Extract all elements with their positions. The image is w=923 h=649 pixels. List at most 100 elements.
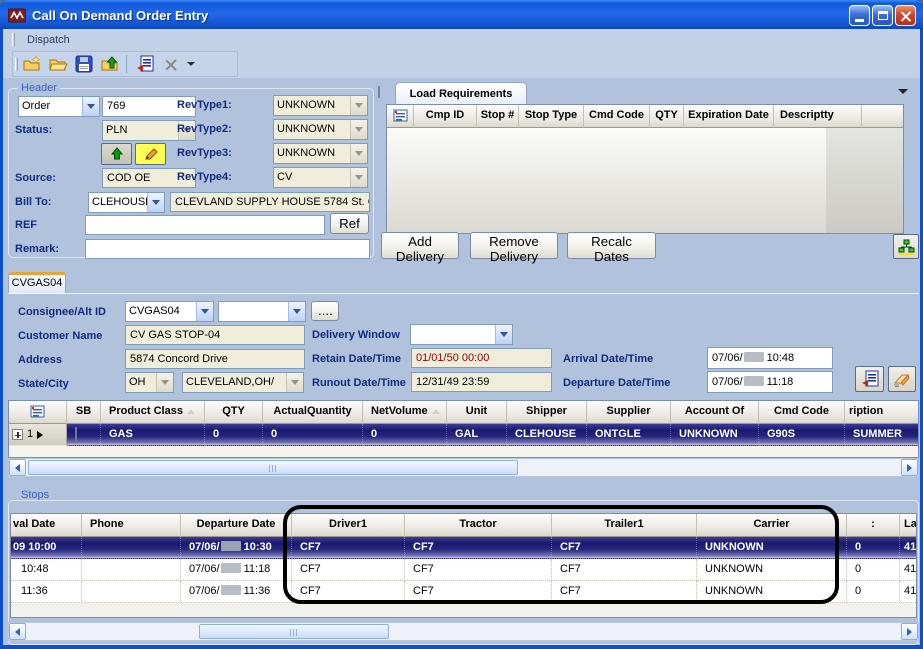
grid-properties-button[interactable]: [9, 401, 67, 424]
column-header-net-volume[interactable]: NetVolume: [363, 401, 447, 424]
driver1-cell[interactable]: CF7: [292, 537, 405, 559]
column-header-trailer1[interactable]: Trailer1: [552, 514, 697, 537]
latitude-cell[interactable]: 41.: [900, 559, 916, 581]
arrival-cell[interactable]: 10:48: [11, 559, 82, 581]
stop-row[interactable]: 09 10:00 07/06/10:30 CF7 CF7 CF7 UNKNOWN…: [11, 537, 916, 559]
add-delivery-button[interactable]: Add Delivery: [381, 232, 459, 259]
supplier-cell[interactable]: ONTGLE: [587, 424, 671, 446]
description-cell[interactable]: SUMMER: [845, 424, 918, 446]
recalc-dates-button[interactable]: Recalc Dates: [567, 232, 656, 259]
departure-cell[interactable]: 07/06/10:30: [181, 537, 292, 559]
title-bar[interactable]: Call On Demand Order Entry: [0, 0, 923, 30]
stop-row[interactable]: 10:48 07/06/11:18 CF7 CF7 CF7 UNKNOWN 0 …: [11, 559, 916, 581]
remark-input[interactable]: [85, 239, 370, 259]
trailer1-cell[interactable]: CF7: [552, 581, 697, 603]
qty-cell[interactable]: 0: [847, 581, 900, 603]
product-class-cell[interactable]: GAS: [101, 424, 205, 446]
stop-report-button[interactable]: [855, 366, 884, 392]
product-grid-hscrollbar[interactable]: [8, 458, 919, 477]
scroll-left-button[interactable]: [9, 459, 26, 476]
column-header-qty[interactable]: :: [847, 514, 900, 537]
column-header-unit[interactable]: Unit: [447, 401, 507, 424]
trailer1-cell[interactable]: CF7: [552, 537, 697, 559]
bill-to-select[interactable]: CLEHOUSE: [88, 192, 165, 213]
open-button[interactable]: [46, 53, 70, 75]
delivery-window-select[interactable]: [410, 324, 513, 345]
phone-release-button[interactable]: [101, 143, 132, 165]
column-header-arrival-date[interactable]: val Date: [11, 514, 82, 537]
close-button[interactable]: [895, 5, 916, 26]
save-button[interactable]: [72, 53, 96, 75]
pane-splitter[interactable]: [378, 86, 380, 98]
column-header-latitude[interactable]: La: [900, 514, 916, 537]
collapse-pane-icon[interactable]: [898, 89, 908, 94]
revtype2-select[interactable]: UNKNOWN: [273, 119, 368, 140]
carrier-cell[interactable]: UNKNOWN: [697, 581, 847, 603]
revtype1-select[interactable]: UNKNOWN: [273, 95, 368, 116]
tractor-cell[interactable]: CF7: [405, 581, 552, 603]
minimize-button[interactable]: [849, 5, 870, 26]
latitude-cell[interactable]: 41.: [900, 537, 916, 559]
alt-id-select[interactable]: [218, 301, 306, 322]
driver1-cell[interactable]: CF7: [292, 559, 405, 581]
column-header-sb[interactable]: SB: [67, 401, 101, 424]
clear-stop-button[interactable]: [888, 366, 916, 392]
column-header-description[interactable]: Descriptty: [774, 105, 862, 128]
load-requirements-grid-body[interactable]: [387, 128, 903, 234]
column-header-qty[interactable]: QTY: [650, 105, 684, 128]
column-header-stop-type[interactable]: Stop Type: [519, 105, 584, 128]
phone-cell[interactable]: [82, 537, 181, 559]
column-header-supplier[interactable]: Supplier: [587, 401, 671, 424]
remove-delivery-button[interactable]: Remove Delivery: [470, 232, 558, 259]
qty-cell[interactable]: 0: [847, 537, 900, 559]
column-header-phone[interactable]: Phone: [82, 514, 181, 537]
city-select[interactable]: CLEVELAND,OH/: [182, 372, 304, 393]
net-volume-cell[interactable]: 0: [363, 424, 447, 446]
column-header-qty[interactable]: QTY: [205, 401, 263, 424]
sb-checkbox[interactable]: [75, 427, 77, 441]
column-header-shipper[interactable]: Shipper: [507, 401, 587, 424]
toolbar-grip[interactable]: [15, 58, 18, 71]
stops-hscrollbar[interactable]: [8, 622, 919, 641]
trailer1-cell[interactable]: CF7: [552, 559, 697, 581]
column-header-carrier[interactable]: Carrier: [697, 514, 847, 537]
column-header-driver1[interactable]: Driver1: [292, 514, 405, 537]
menu-dispatch[interactable]: Dispatch: [27, 34, 70, 46]
actual-quantity-cell[interactable]: 0: [263, 424, 363, 446]
tractor-cell[interactable]: CF7: [405, 537, 552, 559]
export-button[interactable]: [98, 53, 122, 75]
sb-cell[interactable]: [67, 424, 101, 446]
departure-cell[interactable]: 07/06/11:36: [181, 581, 292, 603]
scroll-right-button[interactable]: [901, 623, 918, 640]
report-button[interactable]: [133, 53, 157, 75]
toolbar-overflow-button[interactable]: [185, 53, 197, 75]
tractor-cell[interactable]: CF7: [405, 559, 552, 581]
menu-grip[interactable]: [12, 33, 15, 46]
edit-button[interactable]: [135, 143, 166, 165]
scrollbar-thumb[interactable]: [199, 624, 389, 639]
column-header-product-class[interactable]: Product Class: [101, 401, 205, 424]
maximize-button[interactable]: [872, 5, 893, 26]
column-header-expiration-date[interactable]: Expiration Date: [684, 105, 774, 128]
phone-cell[interactable]: [82, 581, 181, 603]
ref-input[interactable]: [85, 215, 325, 235]
column-header-cmp-id[interactable]: Cmp ID: [414, 105, 477, 128]
dropdown-arrow-icon[interactable]: [495, 325, 512, 344]
qty-cell[interactable]: 0: [205, 424, 263, 446]
grid-properties-button[interactable]: [387, 105, 414, 128]
column-header-departure-date[interactable]: Departure Date: [181, 514, 292, 537]
arrival-cell[interactable]: 09 10:00: [11, 537, 82, 559]
dropdown-arrow-icon[interactable]: [82, 97, 99, 116]
delete-button[interactable]: [159, 53, 183, 75]
stop-row[interactable]: 11:36 07/06/11:36 CF7 CF7 CF7 UNKNOWN 0 …: [11, 581, 916, 603]
scrollbar-thumb[interactable]: [28, 460, 518, 475]
new-button[interactable]: [20, 53, 44, 75]
state-select[interactable]: OH: [125, 372, 174, 393]
dropdown-arrow-icon[interactable]: [147, 193, 164, 212]
phone-cell[interactable]: [82, 559, 181, 581]
expand-row-icon[interactable]: [12, 429, 23, 440]
revtype3-select[interactable]: UNKNOWN: [273, 143, 368, 164]
tab-load-requirements[interactable]: Load Requirements: [395, 82, 527, 105]
row-header[interactable]: 1: [9, 424, 67, 446]
scroll-left-button[interactable]: [9, 623, 26, 640]
